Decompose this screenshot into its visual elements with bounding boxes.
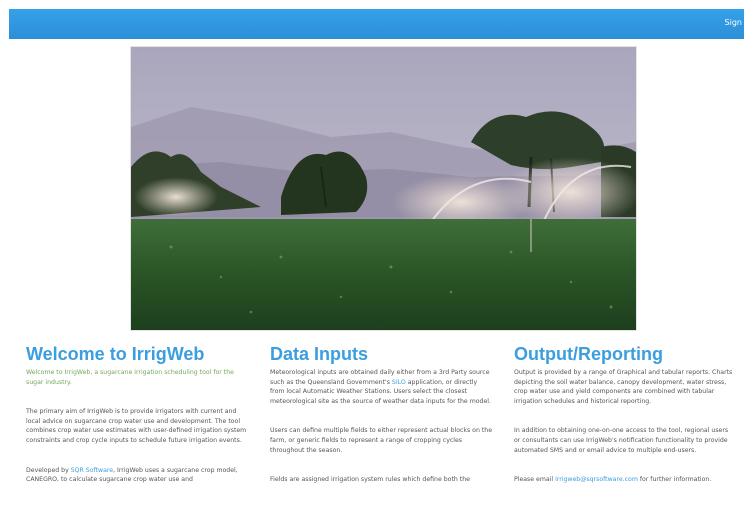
data-inputs-para2: Users can define multiple fields to eith… — [270, 427, 493, 454]
data-inputs-title: Data Inputs — [270, 344, 369, 364]
email-link[interactable]: irrigweb@sqrsoftware.com — [555, 476, 638, 483]
data-inputs-para3: Fields are assigned irrigation system ru… — [270, 476, 470, 484]
output-para3-prefix: Please email — [514, 476, 556, 484]
output-section: Output/Reporting Output is provided by a… — [514, 340, 736, 485]
sign-in-link[interactable]: Sign — [725, 18, 742, 27]
welcome-section: Welcome to IrrigWeb Welcome to IrrigWeb,… — [26, 340, 248, 485]
output-title: Output/Reporting — [514, 344, 663, 364]
output-para2: In addition to obtaining one-on-one acce… — [514, 427, 729, 454]
output-para3-suffix: for further information. — [637, 476, 712, 484]
data-inputs-section: Data Inputs Meteorological inputs are ob… — [270, 340, 492, 485]
sqr-software-link[interactable]: SQR Software — [71, 467, 113, 474]
silo-link[interactable]: SILO — [392, 379, 406, 386]
welcome-para2-prefix: Developed by — [26, 466, 71, 474]
data-inputs-para1: Meteorological inputs are obtained daily… — [270, 368, 492, 406]
welcome-para1: The primary aim of IrrigWeb is to provid… — [26, 408, 247, 444]
welcome-para2: Developed by SQR Software, IrrigWeb uses… — [26, 466, 248, 485]
irrigation-photo — [131, 47, 636, 330]
output-para3: Please email irrigweb@sqrsoftware.com fo… — [514, 475, 736, 485]
welcome-title: Welcome to IrrigWeb — [26, 344, 205, 364]
output-para1: Output is provided by a range of Graphic… — [514, 369, 733, 405]
top-navbar: Sign — [9, 9, 744, 39]
hero-image — [130, 46, 637, 331]
welcome-lead: Welcome to IrrigWeb, a sugarcane irrigat… — [26, 369, 234, 386]
